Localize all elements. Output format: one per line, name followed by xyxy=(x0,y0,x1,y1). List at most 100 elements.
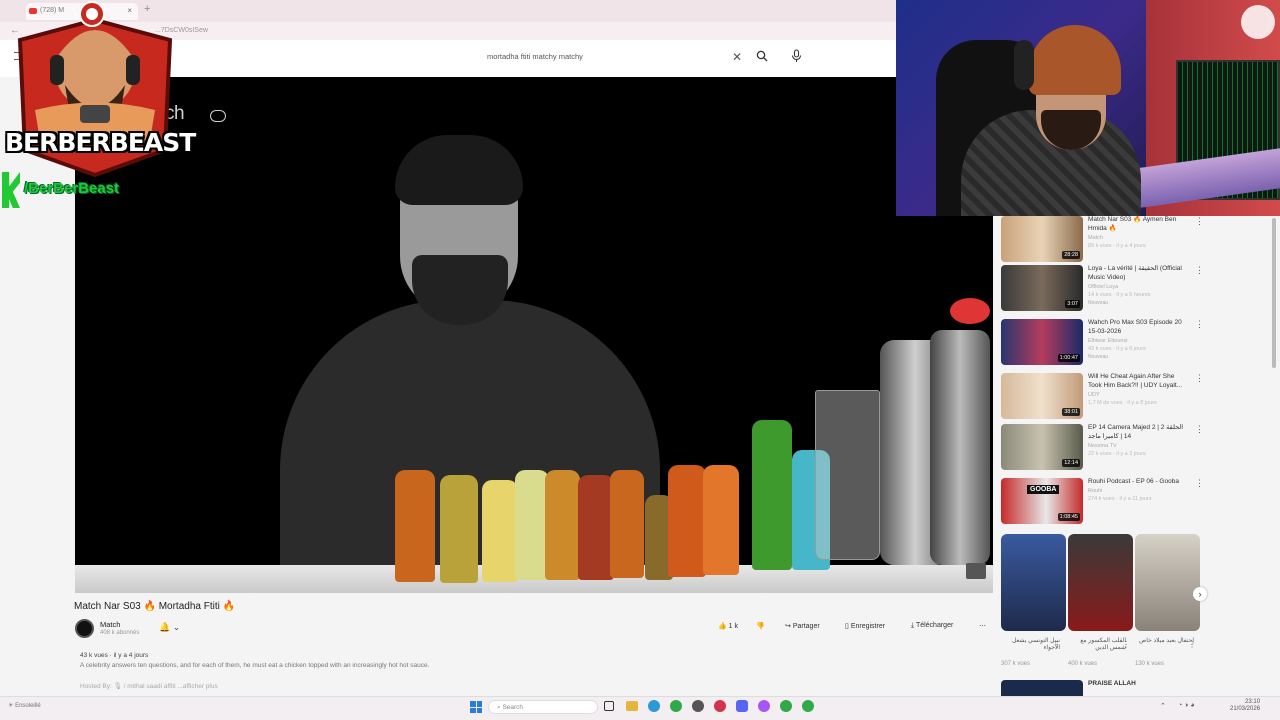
host-names: 🎙 / mithal saadi affiti xyxy=(113,683,176,690)
scrollbar[interactable] xyxy=(1272,218,1276,368)
show-more-link[interactable]: ...afficher plus xyxy=(177,683,217,690)
download-icon: ⤓ xyxy=(911,622,915,629)
description-text: A celebrity answers ten questions, and f… xyxy=(80,662,430,669)
chrome-icon[interactable] xyxy=(670,700,682,712)
channel-name[interactable]: Match xyxy=(100,620,120,629)
channel-subscribers: 408 k abonnés xyxy=(100,630,140,636)
video-thumbnail[interactable]: 1:00:47 xyxy=(1001,319,1083,365)
short-title[interactable]: نبيل التونسي يشعل الأجواء xyxy=(1000,638,1060,652)
recommendation-title[interactable]: EP 14 Camera Majed 2 | 2 الحلقة 14 | كام… xyxy=(1088,424,1188,441)
short-thumbnail[interactable] xyxy=(1135,534,1200,631)
more-options-icon[interactable]: ⋮ xyxy=(1195,373,1204,384)
recommendation-channel[interactable]: Rouhi xyxy=(1088,488,1102,494)
search-icon: ⌕ xyxy=(497,704,501,711)
search-clear-icon[interactable]: ✕ xyxy=(732,50,742,64)
like-count: 1 k xyxy=(728,623,739,630)
video-thumbnail[interactable]: 28:28 xyxy=(1001,216,1083,262)
more-options-icon[interactable]: ⋮ xyxy=(1195,478,1204,489)
app-icon[interactable] xyxy=(758,700,770,712)
recommendation-meta: 43 k vues · il y a 6 jours xyxy=(1088,346,1146,352)
recommendation-title[interactable]: Match Nar S03 🔥 Aymen Ben Hmida 🔥 xyxy=(1088,216,1188,233)
new-badge: Nouveau xyxy=(1088,300,1109,306)
discord-icon[interactable] xyxy=(736,700,748,712)
dislike-button[interactable]: 👎 xyxy=(756,622,765,630)
duration-badge: 1:00:47 xyxy=(1057,354,1080,362)
clock-date: 21/03/2026 xyxy=(1230,706,1261,712)
notification-bell-icon[interactable]: 🔔 ⌄ xyxy=(159,622,180,633)
description-host: Hosted By: 🎙 / mithal saadi affiti ...af… xyxy=(80,682,218,690)
more-options-icon[interactable]: ⋮ xyxy=(1195,424,1204,435)
more-options-icon[interactable]: ⋮ xyxy=(1053,640,1061,649)
windows-start-icon[interactable] xyxy=(470,701,482,713)
video-thumbnail[interactable]: 38:01 xyxy=(1001,373,1083,419)
recommendation-title[interactable]: PRAISE ALLAH xyxy=(1088,680,1136,687)
more-options-icon[interactable]: ⋮ xyxy=(1122,640,1130,649)
recommendation-item[interactable]: GOOBA 1:08:45 Rouhi Podcast - EP 06 - Go… xyxy=(1001,478,1204,526)
like-button[interactable]: 👍 1 k xyxy=(718,622,738,630)
video-thumbnail[interactable]: 12:14 xyxy=(1001,424,1083,470)
file-explorer-icon[interactable] xyxy=(626,701,638,711)
more-actions-icon[interactable]: ⋯ xyxy=(979,622,986,630)
recommendation-item[interactable]: 1:00:47 Wahch Pro Max S03 Episode 20 15-… xyxy=(1001,319,1204,367)
short-thumbnail[interactable] xyxy=(1068,534,1133,631)
video-thumbnail[interactable]: 3:07 xyxy=(1001,265,1083,311)
share-button[interactable]: ↪ Partager xyxy=(785,622,820,630)
more-options-icon[interactable]: ⋮ xyxy=(1195,319,1204,330)
recommendation-title[interactable]: Wahch Pro Max S03 Episode 20 15-03-2026 xyxy=(1088,319,1188,336)
video-thumbnail[interactable] xyxy=(1001,680,1083,696)
search-icon[interactable] xyxy=(756,50,768,62)
taskbar-search-label: Search xyxy=(502,704,524,711)
recommendation-item[interactable]: 28:28 Match Nar S03 🔥 Aymen Ben Hmida 🔥 … xyxy=(1001,216,1204,264)
thumbnail-text: GOOBA xyxy=(1027,485,1060,494)
sun-icon: ☀ xyxy=(8,703,14,709)
short-thumbnail[interactable] xyxy=(1001,534,1066,631)
recommendation-item[interactable]: 12:14 EP 14 Camera Majed 2 | 2 الحلقة 14… xyxy=(1001,424,1204,472)
recommendation-channel[interactable]: UDY xyxy=(1088,392,1100,398)
more-options-icon[interactable]: ⋮ xyxy=(1195,216,1204,227)
more-options-icon[interactable]: ⋮ xyxy=(1188,640,1196,649)
channel-avatar[interactable] xyxy=(75,619,94,638)
taskbar-search-input[interactable]: ⌕ Search xyxy=(488,700,598,714)
shorts-next-icon[interactable]: › xyxy=(1193,587,1207,601)
recommendation-title[interactable]: Will He Cheat Again After She Took Him B… xyxy=(1088,373,1188,390)
clock-time: 23:10 xyxy=(1245,699,1261,705)
short-title[interactable]: إحتفال بعيد ميلاد خاص xyxy=(1134,638,1194,645)
save-button[interactable]: ▯ Enregistrer xyxy=(845,622,885,630)
short-title[interactable]: القلب المكسور مع شمس الدين xyxy=(1066,638,1126,652)
thumbs-up-icon: 👍 xyxy=(718,623,727,630)
duration-badge: 1:08:45 xyxy=(1057,513,1080,521)
recommendation-title[interactable]: Rouhi Podcast - EP 06 - Gooba xyxy=(1088,478,1188,487)
recommendation-meta: 1,7 M de vues · il y a 8 jours xyxy=(1088,400,1157,406)
chrome-icon[interactable] xyxy=(780,700,792,712)
streamer-name: BERBERBEAST xyxy=(5,128,196,157)
app-icon[interactable] xyxy=(714,700,726,712)
microphone-icon[interactable] xyxy=(791,49,802,63)
thumbs-down-icon: 👎 xyxy=(756,623,765,630)
recommendation-item[interactable]: 3:07 Loya - La vérité | الحقيقة (Officia… xyxy=(1001,265,1204,313)
video-thumbnail[interactable]: GOOBA 1:08:45 xyxy=(1001,478,1083,524)
system-tray-icons[interactable]: ◔ ◑ ◕ xyxy=(1178,702,1195,709)
recommendation-channel[interactable]: Officiel Loya xyxy=(1088,284,1118,290)
tray-chevron-icon[interactable]: ⌃ xyxy=(1160,702,1166,710)
download-button[interactable]: ⤓ Télécharger xyxy=(911,622,953,630)
recommendation-channel[interactable]: Nessma TV xyxy=(1088,443,1117,449)
search-input[interactable]: mortadha ftiti matchy matchy xyxy=(478,48,750,66)
share-icon: ↪ xyxy=(785,623,791,630)
weather-widget[interactable]: ☀ Ensoleillé xyxy=(8,702,41,709)
recommendation-channel[interactable]: Match xyxy=(1088,235,1103,241)
recommendation-item[interactable]: 38:01 Will He Cheat Again After She Took… xyxy=(1001,373,1204,421)
recommendation-title[interactable]: Loya - La vérité | الحقيقة (Official Mus… xyxy=(1088,265,1188,282)
chrome-icon[interactable] xyxy=(802,700,814,712)
share-label: Partager xyxy=(792,623,820,630)
task-view-icon[interactable] xyxy=(604,701,614,711)
duration-badge: 12:14 xyxy=(1062,459,1080,467)
recommendation-meta: 89 k vues · il y a 4 jours xyxy=(1088,243,1146,249)
webcam-overlay xyxy=(896,0,1280,216)
recommendation-channel[interactable]: Elhiwar Ettounsi xyxy=(1088,338,1127,344)
obs-icon[interactable] xyxy=(692,700,704,712)
edge-icon[interactable] xyxy=(648,700,660,712)
clock[interactable]: 23:10 21/03/2026 xyxy=(1230,699,1260,713)
more-options-icon[interactable]: ⋮ xyxy=(1195,265,1204,276)
video-title: Match Nar S03 🔥 Mortadha Ftiti 🔥 xyxy=(74,601,236,612)
duration-badge: 3:07 xyxy=(1065,300,1080,308)
